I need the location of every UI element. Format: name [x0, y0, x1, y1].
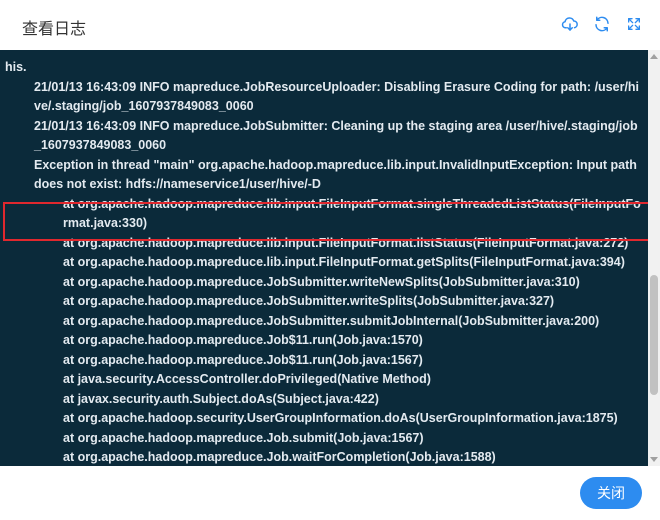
log-panel[interactable]: his. 21/01/13 16:43:09 INFO mapreduce.Job…	[0, 50, 660, 466]
header-toolbar	[560, 14, 644, 34]
log-line: at org.apache.hadoop.security.UserGroupI…	[63, 411, 618, 425]
dialog-footer: 关闭	[0, 466, 660, 520]
scroll-down-icon[interactable]	[650, 457, 658, 462]
log-line: at org.apache.hadoop.mapreduce.Job.waitF…	[63, 450, 496, 464]
log-line: at org.apache.hadoop.mapreduce.Job$11.ru…	[63, 352, 423, 367]
log-line: at org.apache.hadoop.mapreduce.Job.submi…	[63, 430, 424, 445]
log-line: at org.apache.hadoop.mapreduce.JobSubmit…	[63, 274, 580, 289]
log-line: at org.apache.hadoop.mapreduce.lib.input…	[63, 255, 625, 269]
refresh-icon[interactable]	[592, 14, 612, 34]
scroll-thumb[interactable]	[650, 275, 658, 395]
log-line: Exception in thread "main" org.apache.ha…	[34, 157, 641, 192]
close-button[interactable]: 关闭	[580, 477, 642, 509]
scroll-up-icon[interactable]	[650, 54, 658, 59]
dialog-header: 查看日志	[0, 0, 660, 50]
log-line: at org.apache.hadoop.mapreduce.Job$11.ru…	[63, 333, 423, 347]
log-line: at java.security.AccessController.doPriv…	[63, 372, 431, 386]
log-line: 21/01/13 16:43:09 INFO mapreduce.JobSubm…	[34, 118, 638, 153]
log-line: at org.apache.hadoop.mapreduce.JobSubmit…	[63, 313, 600, 328]
cloud-download-icon[interactable]	[560, 14, 580, 34]
fullscreen-icon[interactable]	[624, 14, 644, 34]
log-line: 21/01/13 16:43:09 INFO mapreduce.JobReso…	[34, 79, 640, 114]
log-line: at javax.security.auth.Subject.doAs(Subj…	[63, 391, 379, 406]
log-scrollbar[interactable]	[648, 50, 660, 466]
log-line: his.	[5, 60, 27, 74]
dialog-title: 查看日志	[22, 21, 87, 38]
log-dialog: 查看日志 his. 21/01/13 16:43:09 INFO mapredu…	[0, 0, 660, 520]
log-line: at org.apache.hadoop.mapreduce.JobSubmit…	[63, 294, 555, 308]
log-content: his. 21/01/13 16:43:09 INFO mapreduce.Job…	[5, 58, 643, 466]
error-highlight-box	[3, 202, 651, 241]
